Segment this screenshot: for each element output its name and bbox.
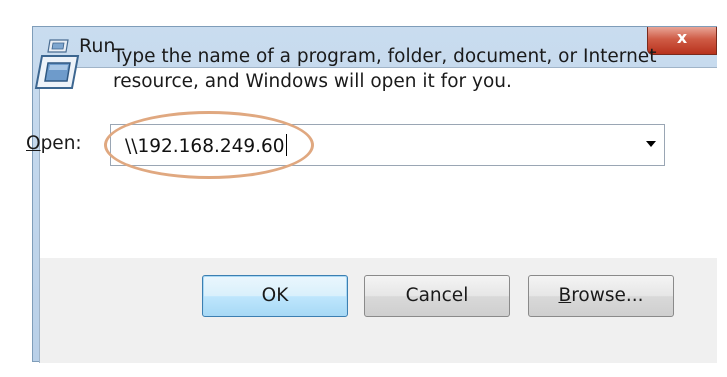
open-combobox[interactable]: \\192.168.249.60 xyxy=(110,124,665,166)
run-icon xyxy=(34,55,80,89)
ok-button[interactable]: OK xyxy=(202,275,348,317)
browse-label: rowse... xyxy=(571,285,644,306)
window-title: Run xyxy=(79,35,116,57)
run-icon xyxy=(47,39,69,53)
open-input-value: \\192.168.249.60 xyxy=(125,136,285,157)
chevron-down-icon[interactable] xyxy=(646,141,656,147)
cancel-button[interactable]: Cancel xyxy=(364,275,510,317)
screenshot-canvas: Run x Type the name of a program, folder… xyxy=(0,0,727,377)
open-label: Open: xyxy=(26,133,82,154)
browse-accelerator: B xyxy=(558,285,572,306)
dialog-description: Type the name of a program, folder, docu… xyxy=(113,46,657,92)
close-icon: x xyxy=(676,28,688,47)
open-input[interactable]: \\192.168.249.60 xyxy=(125,134,287,157)
open-label-text: pen: xyxy=(40,133,82,154)
open-label-accelerator: O xyxy=(26,133,41,154)
text-caret xyxy=(285,134,287,156)
browse-button[interactable]: Browse... xyxy=(528,275,674,317)
